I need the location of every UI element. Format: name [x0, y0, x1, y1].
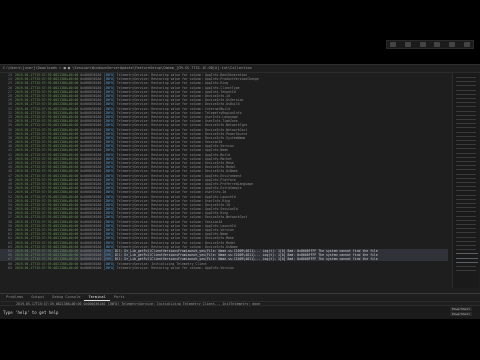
terminal-chip[interactable]: PowerShell [450, 312, 473, 316]
minimap-line [456, 127, 476, 129]
minimap-line [456, 228, 476, 230]
minimap-line [456, 253, 478, 255]
minimap-line [456, 203, 476, 204]
minimap-line [456, 169, 476, 171]
minimap-line [456, 224, 476, 225]
log-level: [INFO] [103, 265, 115, 270]
panel-tab-ports[interactable]: Ports [110, 294, 129, 301]
minimap-line [456, 215, 476, 217]
toolbar-button-icon[interactable] [419, 42, 426, 47]
minimap-line [456, 144, 476, 146]
minimap-line [456, 173, 476, 175]
minimap-line [456, 211, 476, 213]
minimap-line [456, 98, 476, 99]
log-line[interactable]: 69 2019-05-17T15:57:39.0821386+00:00 0x00… [0, 266, 448, 270]
log-timestamp: 2019-05-17T15:57:39.0821386+00:00 [15, 265, 79, 270]
minimap-line [456, 236, 476, 238]
breadcrumb-bar: C:\Users\[user]\Downloads > ■ ■ \Session… [0, 65, 480, 73]
minimap-line [456, 114, 476, 116]
minimap-line [456, 77, 476, 78]
panel-tabs: Problems Output Debug Console Terminal Ports [0, 294, 480, 302]
command-input-bar[interactable]: Type 'help' to get help PowerShell Power… [0, 305, 480, 319]
toolbar-button-icon[interactable] [390, 42, 396, 47]
toolbar-button-icon[interactable] [463, 42, 470, 47]
minimap-line [456, 266, 476, 267]
toolbar-button-icon[interactable] [449, 42, 456, 47]
minimap[interactable] [452, 73, 479, 288]
minimap-line [456, 85, 476, 87]
panel-tab-output[interactable]: Output [27, 294, 48, 301]
minimap-line [456, 182, 476, 183]
command-hint: Type 'help' to get help [3, 310, 59, 315]
minimap-line [456, 219, 476, 221]
minimap-line [456, 261, 478, 263]
minimap-line [456, 194, 476, 196]
log-source: 0x000036180 [80, 265, 102, 270]
minimap-line [456, 249, 476, 251]
minimap-line [456, 110, 476, 112]
minimap-line [456, 93, 476, 95]
breadcrumb[interactable]: C:\Users\[user]\Downloads > ■ ■ \Session… [0, 65, 252, 72]
minimap-line [456, 207, 476, 209]
minimap-line [456, 106, 476, 108]
minimap-line [456, 240, 476, 242]
minimap-line [456, 257, 478, 259]
minimap-line [456, 177, 476, 179]
minimap-line [456, 148, 476, 150]
minimap-line [456, 198, 476, 200]
panel-tab-debug-console[interactable]: Debug Console [48, 294, 84, 301]
editor-window: C:\Users\[user]\Downloads > ■ ■ \Session… [0, 64, 480, 319]
minimap-line [456, 131, 476, 133]
line-number: 69 [8, 265, 12, 270]
minimap-line [456, 232, 476, 234]
minimap-line [456, 270, 476, 272]
toolbar-button-icon[interactable] [434, 42, 441, 47]
minimap-line [456, 119, 476, 120]
minimap-line [456, 161, 476, 162]
minimap-line [456, 89, 476, 91]
floating-toolbar [386, 40, 474, 49]
log-text: 2019-05-17T15:57:39.0821386+00:00 0x0000… [15, 266, 234, 270]
log-editor[interactable]: 23 2019-05-17T15:57:39.0821386+00:00 0x00… [0, 73, 448, 288]
minimap-line [456, 186, 476, 188]
toolbar-button-icon[interactable] [404, 42, 411, 47]
minimap-line [456, 123, 476, 125]
terminal-list: PowerShell PowerShell [450, 306, 473, 316]
minimap-line [456, 135, 476, 137]
minimap-line [456, 140, 476, 141]
log-message: TelemetryService: Restoring value for co… [116, 265, 234, 270]
minimap-line [456, 190, 476, 192]
terminal-chip[interactable]: PowerShell [450, 307, 473, 311]
minimap-line [456, 81, 476, 83]
minimap-line [456, 165, 476, 167]
minimap-line [456, 156, 476, 158]
panel-tab-terminal[interactable]: Terminal [84, 294, 110, 301]
minimap-line [456, 152, 476, 154]
minimap-line [456, 245, 476, 246]
video-frame: C:\Users\[user]\Downloads > ■ ■ \Session… [0, 0, 480, 360]
minimap-line [456, 102, 476, 104]
panel-tab-problems[interactable]: Problems [2, 294, 27, 301]
